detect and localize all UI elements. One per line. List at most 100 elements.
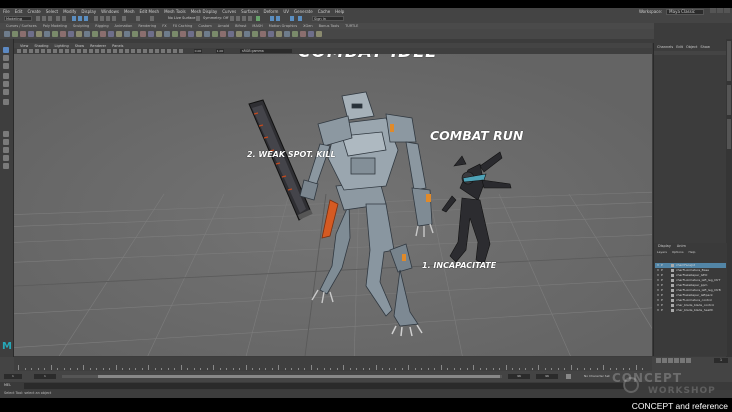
menu-deform[interactable]: Deform xyxy=(263,9,278,14)
range-end-field[interactable]: 96 xyxy=(536,374,558,379)
arnold-ipr-icon[interactable] xyxy=(276,16,280,21)
layer-tab-anim[interactable]: Anim xyxy=(677,244,686,248)
single-pane-layout-icon[interactable] xyxy=(3,131,9,137)
viewport-toolbar-icon[interactable] xyxy=(29,49,33,53)
sign-in-dropdown[interactable]: Sign In xyxy=(312,16,344,21)
shelf-tool-icon[interactable] xyxy=(28,31,34,37)
menu-mesh-tools[interactable]: Mesh Tools xyxy=(164,9,186,14)
viewport-toolbar-icon[interactable] xyxy=(65,49,69,53)
shelf-tab-turtle[interactable]: TURTLE xyxy=(345,24,358,28)
render-settings-icon[interactable] xyxy=(248,16,252,21)
perspective-viewport[interactable]: COMBAT IDLE COMBAT RUN 2. WEAK SPOT. KIL… xyxy=(14,54,652,356)
shelf-tool-icon[interactable] xyxy=(52,31,58,37)
four-pane-layout-icon[interactable] xyxy=(3,139,9,145)
viewport-toolbar-icon[interactable] xyxy=(143,49,147,53)
shelf-tool-icon[interactable] xyxy=(108,31,114,37)
shelf-tool-icon[interactable] xyxy=(116,31,122,37)
layer-menu-layers[interactable]: Layers xyxy=(657,250,667,254)
viewport-menu-panels[interactable]: Panels xyxy=(112,44,123,48)
shelf-tool-icon[interactable] xyxy=(148,31,154,37)
play-forward-icon[interactable] xyxy=(673,358,679,363)
viewport-toolbar-icon[interactable] xyxy=(155,49,159,53)
layer-color-swatch[interactable] xyxy=(671,294,674,297)
menu-curves[interactable]: Curves xyxy=(222,9,236,14)
viewport-toolbar-icon[interactable] xyxy=(113,49,117,53)
viewport-toolbar-icon[interactable] xyxy=(35,49,39,53)
shelf-tab-custom[interactable]: Custom xyxy=(198,24,211,28)
shelf-tool-icon[interactable] xyxy=(188,31,194,37)
shelf-tab-rigging[interactable]: Rigging xyxy=(95,24,108,28)
menu-surfaces[interactable]: Surfaces xyxy=(241,9,258,14)
character-set-label[interactable]: No Character Set xyxy=(584,374,610,379)
shelf-tool-icon[interactable] xyxy=(20,31,26,37)
last-tool-icon[interactable] xyxy=(3,99,9,105)
shelf-tool-icon[interactable] xyxy=(156,31,162,37)
side-tab-attribute-editor[interactable] xyxy=(727,119,731,149)
menu-file[interactable]: File xyxy=(3,9,10,14)
select-hierarchy-icon[interactable] xyxy=(72,16,76,21)
viewport-toolbar-icon[interactable] xyxy=(137,49,141,53)
viewport-toolbar-icon[interactable] xyxy=(119,49,123,53)
shelf-tab-xgen[interactable]: XGen xyxy=(303,24,312,28)
workspace-selector[interactable]: Workspace: Maya Classic xyxy=(639,8,704,15)
viewport-menu-show[interactable]: Show xyxy=(75,44,84,48)
shelf-tool-icon[interactable] xyxy=(132,31,138,37)
hypershade-icon[interactable] xyxy=(256,16,260,21)
current-frame-field[interactable]: 1 xyxy=(714,358,728,363)
menu-uv[interactable]: UV xyxy=(283,9,289,14)
layer-color-swatch[interactable] xyxy=(671,289,674,292)
shelf-tool-icon[interactable] xyxy=(300,31,306,37)
new-scene-icon[interactable] xyxy=(36,16,40,21)
command-language-label[interactable]: MEL xyxy=(4,383,11,387)
layer-color-swatch[interactable] xyxy=(671,274,674,277)
layer-tab-display[interactable]: Display xyxy=(658,244,671,248)
shelf-tool-icon[interactable] xyxy=(212,31,218,37)
shelf-tab-bonus-tools[interactable]: Bonus Tools xyxy=(319,24,340,28)
shelf-tab-mash[interactable]: MASH xyxy=(252,24,262,28)
layer-color-swatch[interactable] xyxy=(671,304,674,307)
channel-box-tab-show[interactable]: Show xyxy=(700,45,709,49)
shelf-tool-icon[interactable] xyxy=(4,31,10,37)
shelf-tool-icon[interactable] xyxy=(204,31,210,37)
render-view-icon[interactable] xyxy=(236,16,240,21)
shelf-tool-icon[interactable] xyxy=(60,31,66,37)
redo-icon[interactable] xyxy=(62,16,66,21)
layer-color-swatch[interactable] xyxy=(671,284,674,287)
rotate-tool-icon[interactable] xyxy=(3,81,9,87)
viewport-menu-shading[interactable]: Shading xyxy=(34,44,48,48)
gamma-field[interactable]: 1.00 xyxy=(216,49,224,53)
close-button[interactable] xyxy=(724,8,730,13)
shelf-tool-icon[interactable] xyxy=(308,31,314,37)
select-tool-icon[interactable] xyxy=(3,47,9,53)
undo-icon[interactable] xyxy=(56,16,60,21)
open-scene-icon[interactable] xyxy=(42,16,46,21)
step-back-icon[interactable] xyxy=(661,358,667,363)
shelf-tab-arnold[interactable]: Arnold xyxy=(218,24,229,28)
viewport-toolbar-icon[interactable] xyxy=(161,49,165,53)
maximize-button[interactable] xyxy=(717,8,723,13)
graph-layout-icon[interactable] xyxy=(3,163,9,169)
time-slider[interactable] xyxy=(0,357,732,371)
shelf-tab-motion-graphics[interactable]: Motion Graphics xyxy=(269,24,297,28)
input-ops-icon[interactable] xyxy=(136,16,140,21)
move-tool-icon[interactable] xyxy=(3,73,9,79)
snap-plane-icon[interactable] xyxy=(112,16,116,21)
shelf-tool-icon[interactable] xyxy=(196,31,202,37)
viewport-menu-renderer[interactable]: Renderer xyxy=(90,44,106,48)
layer-menu-options[interactable]: Options xyxy=(672,250,684,254)
viewport-toolbar-icon[interactable] xyxy=(89,49,93,53)
shelf-tab-bifrost[interactable]: Bifrost xyxy=(235,24,246,28)
exposure-field[interactable]: 0.00 xyxy=(194,49,202,53)
lasso-tool-icon[interactable] xyxy=(3,55,9,61)
shelf-tab-animation[interactable]: Animation xyxy=(115,24,133,28)
viewport-toolbar-icon[interactable] xyxy=(17,49,21,53)
viewport-toolbar-icon[interactable] xyxy=(101,49,105,53)
go-to-end-icon[interactable] xyxy=(685,358,691,363)
shelf-tool-icon[interactable] xyxy=(68,31,74,37)
shelf-tool-icon[interactable] xyxy=(236,31,242,37)
symmetry-icon[interactable] xyxy=(196,16,200,21)
range-inner-start-field[interactable]: 1 xyxy=(34,374,56,379)
viewport-toolbar-icon[interactable] xyxy=(149,49,153,53)
arnold-shader-icon[interactable] xyxy=(298,16,302,21)
render-frame-icon[interactable] xyxy=(230,16,234,21)
